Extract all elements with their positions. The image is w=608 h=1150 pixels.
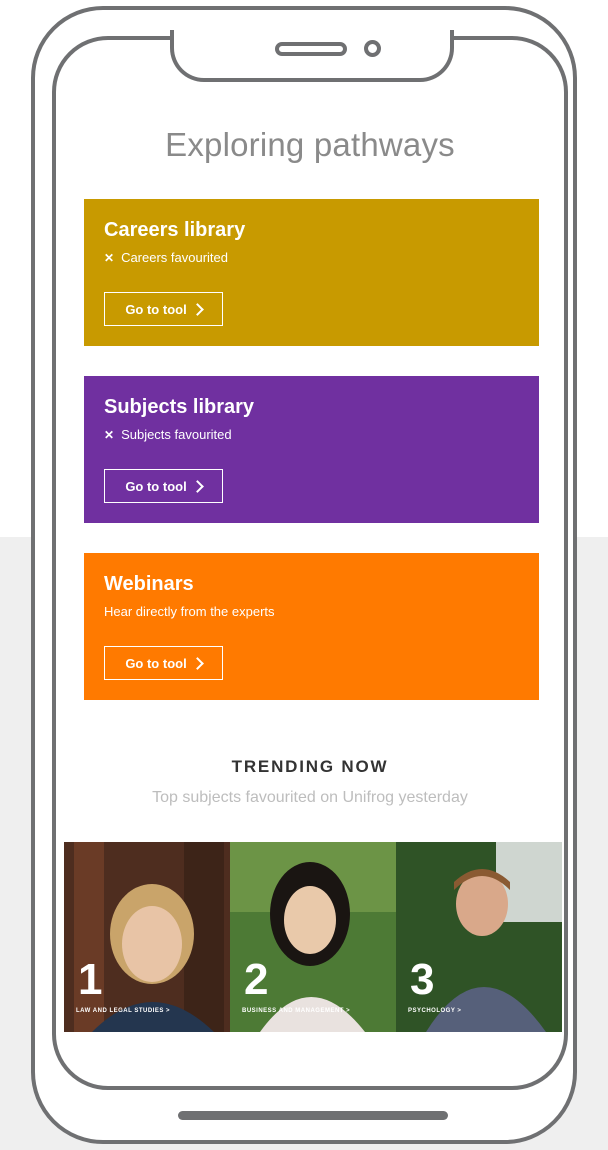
phone-notch: [170, 30, 454, 82]
chevron-right-icon: [190, 656, 204, 670]
page-title: Exploring pathways: [165, 126, 455, 163]
go-to-tool-button[interactable]: Go to tool: [104, 469, 223, 503]
card-subtitle-text: Careers favourited: [121, 250, 229, 265]
trending-tiles: 1 LAW AND LEGAL STUDIES > 2 BUSINESS AND…: [64, 842, 562, 1032]
rank-number: 3: [410, 955, 435, 1004]
speaker-icon: [275, 42, 347, 56]
trending-subheading: Top subjects favourited on Unifrog yeste…: [152, 789, 468, 806]
go-to-tool-button[interactable]: Go to tool: [104, 292, 223, 326]
card-subtitle-text: Subjects favourited: [121, 427, 232, 442]
trending-heading: TRENDING NOW: [231, 757, 389, 776]
rank-number: 1: [78, 955, 103, 1004]
card-subtitle-text: Hear directly from the experts: [104, 604, 275, 619]
card-title: Subjects library: [104, 396, 255, 418]
button-label: Go to tool: [125, 301, 187, 317]
x-icon: ✕: [104, 427, 115, 442]
button-label: Go to tool: [125, 655, 187, 671]
subject-label: LAW AND LEGAL STUDIES >: [76, 1008, 171, 1015]
home-indicator: [178, 1111, 448, 1120]
card-subtitle: ✕ Careers favourited: [104, 250, 519, 265]
trending-item-1[interactable]: 1 LAW AND LEGAL STUDIES >: [64, 842, 230, 1032]
chevron-right-icon: [190, 302, 204, 316]
subject-label: PSYCHOLOGY >: [408, 1008, 462, 1015]
card-title: Webinars: [104, 573, 194, 595]
go-to-tool-button[interactable]: Go to tool: [104, 646, 223, 680]
x-icon: ✕: [104, 250, 115, 265]
subject-label: BUSINESS AND MANAGEMENT >: [242, 1008, 351, 1015]
card-title: Careers library: [104, 219, 246, 241]
rank-number: 2: [244, 955, 269, 1004]
camera-icon: [364, 40, 381, 57]
careers-library-card: Careers library ✕ Careers favourited Go …: [84, 199, 539, 346]
chevron-right-icon: [190, 479, 204, 493]
subjects-library-card: Subjects library ✕ Subjects favourited G…: [84, 376, 539, 523]
button-label: Go to tool: [125, 478, 187, 494]
trending-item-3[interactable]: 3 PSYCHOLOGY >: [396, 842, 562, 1032]
trending-item-2[interactable]: 2 BUSINESS AND MANAGEMENT >: [230, 842, 396, 1032]
card-subtitle: ✕ Subjects favourited: [104, 427, 519, 442]
webinars-card: Webinars Hear directly from the experts …: [84, 553, 539, 700]
card-subtitle: Hear directly from the experts: [104, 604, 519, 619]
